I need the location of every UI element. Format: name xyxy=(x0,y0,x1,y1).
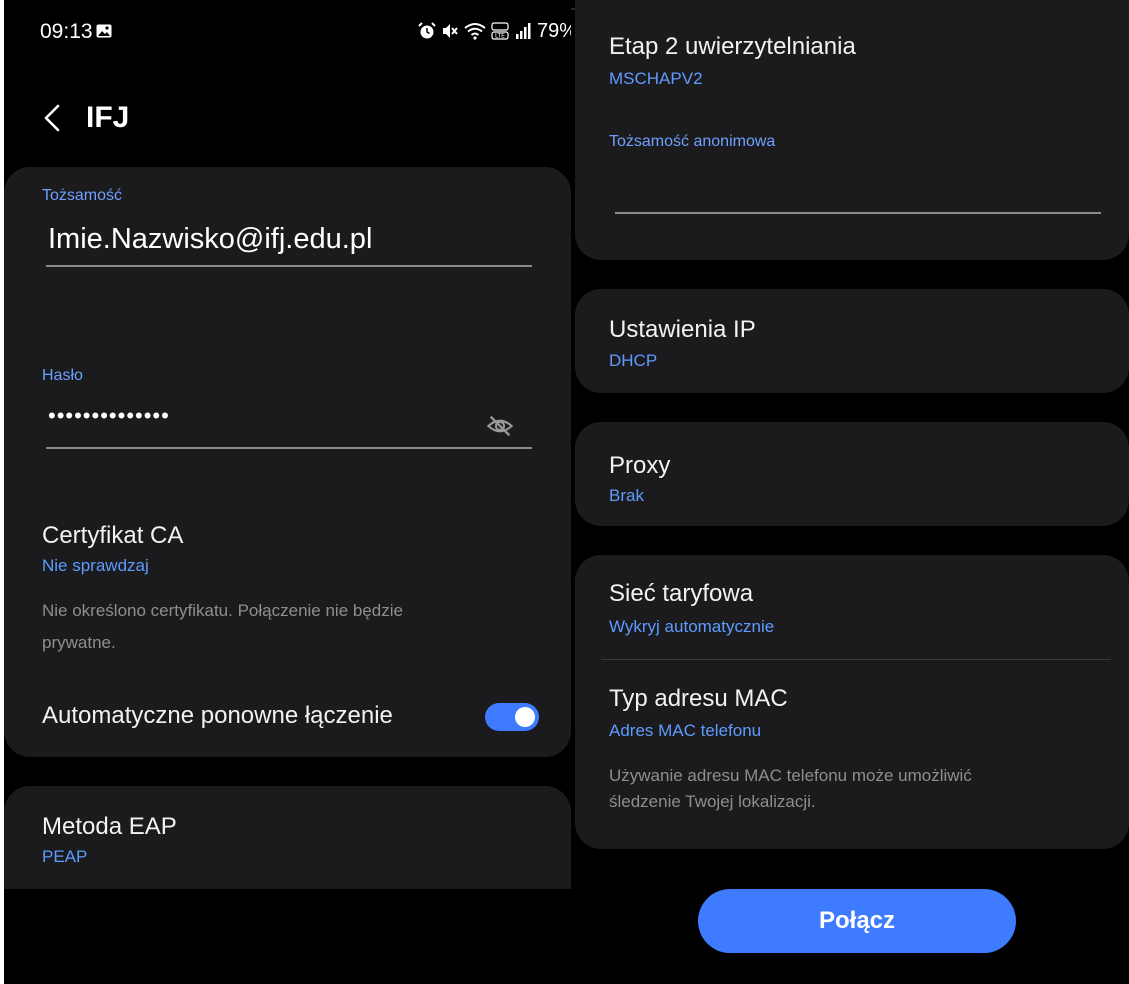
status-icons: LTE 79% xyxy=(418,20,571,42)
password-underline xyxy=(46,447,532,449)
anon-identity-caption: Tożsamość anonimowa xyxy=(609,133,776,150)
status-bar: 09:13 LTE 79 xyxy=(4,0,571,60)
eap-value: PEAP xyxy=(42,847,88,866)
proxy-value: Brak xyxy=(609,486,644,505)
credentials-card: Tożsamość Imie.Nazwisko@ifj.edu.pl Hasło… xyxy=(4,167,571,757)
auto-reconnect-label: Automatyczne ponowne łączenie xyxy=(42,702,393,729)
status-time: 09:13 xyxy=(40,20,93,43)
volte-icon: LTE xyxy=(491,22,509,40)
wifi-icon xyxy=(464,23,486,40)
left-screen: 09:13 LTE 79 IFJ Tożsamość Imie.Nazwisko… xyxy=(4,0,571,984)
mac-warning-line1: Używanie adresu MAC telefonu może umożli… xyxy=(609,766,972,785)
ca-cert-value: Nie sprawdzaj xyxy=(42,556,149,575)
ip-settings-card[interactable]: Ustawienia IP DHCP xyxy=(575,289,1129,393)
eap-label: Metoda EAP xyxy=(42,813,177,840)
metered-value: Wykryj automatycznie xyxy=(609,617,775,636)
ip-settings-label: Ustawienia IP xyxy=(609,316,756,343)
alarm-icon xyxy=(418,22,436,39)
identity-input[interactable]: Imie.Nazwisko@ifj.edu.pl xyxy=(48,223,372,256)
anon-identity-input[interactable] xyxy=(615,170,1095,206)
advanced-divider xyxy=(601,659,1111,660)
mac-warning-line2: śledzenie Twojej lokalizacji. xyxy=(609,792,816,811)
ca-cert-warning-line2: prywatne. xyxy=(42,633,116,652)
password-caption: Hasło xyxy=(42,367,83,384)
right-screen: Etap 2 uwierzytelniania MSCHAPV2 Tożsamo… xyxy=(571,0,1129,984)
identity-underline xyxy=(46,265,532,267)
mac-type-value: Adres MAC telefonu xyxy=(609,721,762,740)
mute-icon xyxy=(443,24,458,38)
metered-label[interactable]: Sieć taryfowa xyxy=(609,580,753,608)
identity-caption: Tożsamość xyxy=(42,187,123,204)
proxy-card[interactable]: Proxy Brak xyxy=(575,422,1129,526)
back-icon[interactable] xyxy=(42,103,62,133)
mac-type-label[interactable]: Typ adresu MAC xyxy=(609,685,788,713)
connect-button[interactable]: Połącz xyxy=(698,889,1016,953)
anon-identity-underline xyxy=(615,212,1101,214)
ca-cert-warning-line1: Nie określono certyfikatu. Połączenie ni… xyxy=(42,601,403,620)
bottom-black-strip xyxy=(4,889,571,984)
toggle-knob xyxy=(515,707,535,727)
phase2-value: MSCHAPV2 xyxy=(609,69,703,88)
eye-off-icon[interactable] xyxy=(486,412,514,440)
phase2-label[interactable]: Etap 2 uwierzytelniania xyxy=(609,33,856,61)
password-input[interactable]: •••••••••••••• xyxy=(48,403,170,429)
advanced-card: Sieć taryfowa Wykryj automatycznie Typ a… xyxy=(575,555,1129,849)
network-type: LTE xyxy=(495,33,505,40)
signal-icon xyxy=(516,23,531,39)
auth-card: Etap 2 uwierzytelniania MSCHAPV2 Tożsamo… xyxy=(575,0,1129,260)
ca-cert-label[interactable]: Certyfikat CA xyxy=(42,522,183,550)
auto-reconnect-toggle[interactable] xyxy=(485,703,539,731)
ip-settings-value: DHCP xyxy=(609,351,658,370)
proxy-label: Proxy xyxy=(609,452,671,479)
gallery-notification-icon xyxy=(96,24,112,38)
battery-percent: 79% xyxy=(537,19,571,42)
page-title: IFJ xyxy=(86,101,130,134)
